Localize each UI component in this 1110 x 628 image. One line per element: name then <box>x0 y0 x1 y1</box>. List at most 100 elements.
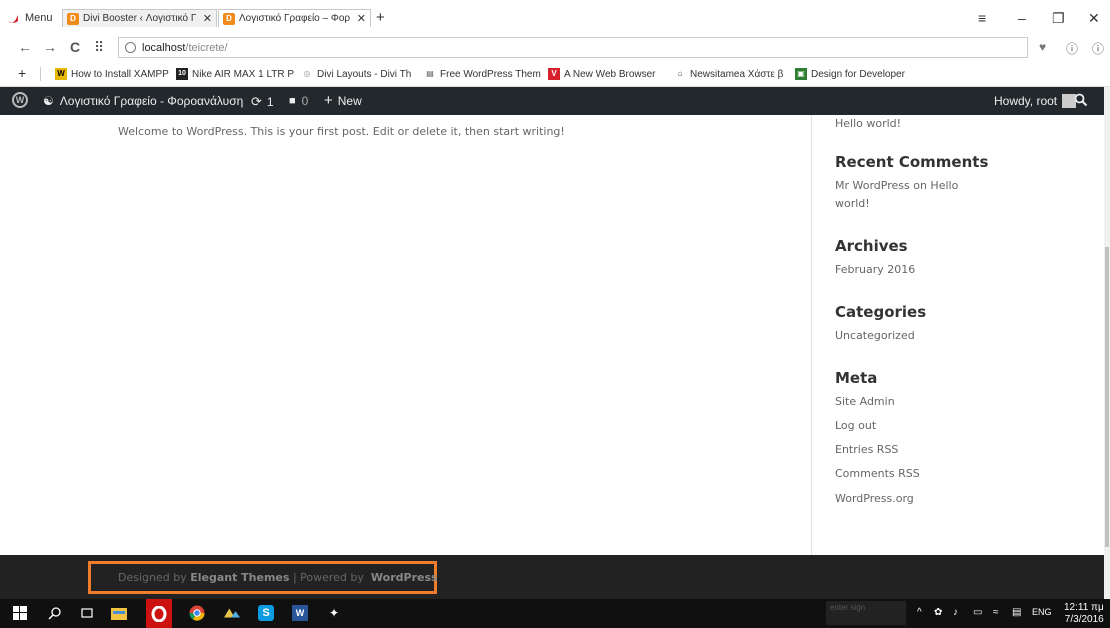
comment-bubble-icon: ■ <box>289 95 296 107</box>
bookmark-label: Design for Developer <box>811 68 905 80</box>
wp-logo-menu[interactable]: W <box>12 92 28 108</box>
admin-search-button[interactable] <box>1074 93 1088 107</box>
taskbar-input-placeholder: enter sign <box>830 603 866 612</box>
meta-site-admin-link[interactable]: Site Admin <box>835 393 895 411</box>
comments-menu[interactable]: ■ 0 <box>289 94 308 108</box>
page-bookmark-icon: ▤ <box>426 69 434 78</box>
page-content: Welcome to WordPress. This is your first… <box>0 115 1104 555</box>
back-arrow-icon[interactable]: ← <box>18 39 32 55</box>
restore-button[interactable]: ❐ <box>1052 10 1065 27</box>
meta-wordpress-org-link[interactable]: WordPress.org <box>835 490 914 508</box>
divi-favicon-icon: D <box>223 12 235 25</box>
updates-menu[interactable]: ⟳ 1 <box>251 94 274 110</box>
category-link[interactable]: Uncategorized <box>835 327 915 345</box>
taskbar-input[interactable]: enter sign <box>826 601 906 625</box>
add-bookmark-icon[interactable]: + <box>18 65 26 81</box>
word-icon[interactable]: W <box>292 605 308 621</box>
elegant-themes-link[interactable]: Elegant Themes <box>190 571 289 584</box>
opera-taskbar-icon[interactable] <box>146 599 172 628</box>
meta-comments-rss-link[interactable]: Comments RSS <box>835 465 920 483</box>
file-explorer-icon[interactable] <box>111 605 127 621</box>
bookmark-item[interactable]: V A New Web Browser <box>548 68 656 80</box>
new-label: New <box>337 94 362 108</box>
my-account-menu[interactable]: Howdy, root <box>994 94 1077 108</box>
bookmark-item[interactable]: W How to Install XAMPP <box>55 68 169 80</box>
clock-date: 7/3/2016 <box>1064 614 1104 625</box>
site-footer: Designed by Elegant Themes | Powered by … <box>0 555 1104 599</box>
wordpress-logo-icon: W <box>12 92 28 108</box>
tab-close-icon[interactable]: ✕ <box>203 12 212 25</box>
clock[interactable]: 12:11 πμ 7/3/2016 <box>1064 602 1104 626</box>
plus-icon: + <box>324 92 333 109</box>
recent-post-link[interactable]: Hello world! <box>835 115 901 133</box>
new-tab-button[interactable]: + <box>376 9 385 26</box>
meta-entries-rss-link[interactable]: Entries RSS <box>835 441 898 459</box>
meta-log-out-link[interactable]: Log out <box>835 417 876 435</box>
meta-title: Meta <box>835 369 878 387</box>
windows-logo-icon <box>13 606 27 620</box>
bookmark-item[interactable]: 10 Nike AIR MAX 1 LTR P <box>176 68 294 80</box>
bookmark-item[interactable]: ◎ Divi Layouts - Divi Th <box>301 68 412 80</box>
w-bookmark-icon: W <box>55 68 67 80</box>
archive-link[interactable]: February 2016 <box>835 261 915 279</box>
tab-divi-booster[interactable]: D Divi Booster ‹ Λογιστικό Γ ✕ <box>62 9 217 27</box>
tab-site-home[interactable]: D Λογιστικό Γραφείο – Φορ ✕ <box>218 9 371 27</box>
wordpress-link[interactable]: WordPress <box>371 571 438 584</box>
scrollbar-thumb[interactable] <box>1105 247 1109 547</box>
divi-favicon-icon: D <box>67 12 79 25</box>
account-icon[interactable]: ⓘ <box>1092 40 1104 57</box>
url-input[interactable]: localhost/teicrete/ <box>118 37 1028 58</box>
comments-count: 0 <box>301 94 309 108</box>
reload-icon[interactable]: C <box>70 39 80 55</box>
language-indicator[interactable]: ENG <box>1032 607 1052 617</box>
new-content-menu[interactable]: + New <box>324 92 362 109</box>
game-icon[interactable]: ✦ <box>326 605 342 621</box>
recent-comment-item[interactable]: Mr WordPress on Hello world! <box>835 177 958 213</box>
photos-icon[interactable] <box>224 605 240 621</box>
battery-icon[interactable]: ▭ <box>973 607 982 618</box>
tab-close-icon[interactable]: ✕ <box>357 12 366 25</box>
bookmark-item[interactable]: ▤ Free WordPress Them <box>424 68 541 80</box>
opera-menu-button[interactable]: Menu <box>6 9 53 27</box>
minimize-button[interactable]: – <box>1018 10 1026 26</box>
bookmark-divider <box>40 67 41 81</box>
chrome-icon[interactable] <box>189 605 205 621</box>
search-taskbar-icon[interactable] <box>47 605 63 621</box>
start-button[interactable] <box>12 605 28 621</box>
tab-menu-icon[interactable]: ≡ <box>978 10 986 26</box>
howdy-text: Howdy, root <box>994 94 1058 108</box>
url-host: localhost <box>142 41 186 54</box>
url-path: /teicrete/ <box>185 41 228 54</box>
app-tray-icon[interactable]: ✿ <box>934 607 942 618</box>
site-name-menu[interactable]: ☯ Λογιστικό Γραφείο - Φοροανάλυση <box>43 94 243 108</box>
forward-arrow-icon[interactable]: → <box>43 39 57 55</box>
address-bar-row: ← → C ⠿ localhost/teicrete/ ♥ ⓘ ⓘ <box>0 34 1110 61</box>
bookmarks-bar: + W How to Install XAMPP 10 Nike AIR MAX… <box>0 61 1110 87</box>
download-icon[interactable]: ⓘ <box>1066 40 1078 57</box>
site-info-icon[interactable] <box>125 42 136 53</box>
house-bookmark-icon: ⌂ <box>677 69 683 78</box>
site-name: Λογιστικό Γραφείο - Φοροανάλυση <box>59 94 244 108</box>
wifi-icon[interactable]: ≈ <box>993 607 999 618</box>
archives-title: Archives <box>835 237 908 255</box>
windows-taskbar: S W ✦ enter sign ^ ✿ ♪ ▭ ≈ ▤ ENG 12:11 π… <box>0 599 1110 628</box>
bookmark-label: Divi Layouts - Divi Th <box>317 68 412 80</box>
close-window-button[interactable]: ✕ <box>1088 10 1100 27</box>
tab-label: Λογιστικό Γραφείο – Φορ <box>239 13 351 24</box>
search-icon <box>1074 93 1088 107</box>
volume-icon[interactable]: ♪ <box>953 607 958 618</box>
bookmark-item[interactable]: ⌂ Newsitamea Χάστε β <box>674 68 784 80</box>
dashboard-icon: ☯ <box>43 94 54 108</box>
categories-title: Categories <box>835 303 927 321</box>
divi-bookmark-icon: ◎ <box>303 69 311 78</box>
page-scrollbar[interactable] <box>1104 87 1110 599</box>
bookmark-label: Nike AIR MAX 1 LTR P <box>192 68 295 80</box>
design-bookmark-icon: ▣ <box>795 68 807 80</box>
notification-icon[interactable]: ▤ <box>1012 607 1021 618</box>
heart-icon[interactable]: ♥ <box>1039 40 1046 54</box>
skype-icon[interactable]: S <box>258 605 274 621</box>
bookmark-item[interactable]: ▣ Design for Developer <box>795 68 905 80</box>
task-view-icon[interactable] <box>79 605 95 621</box>
show-hidden-icons[interactable]: ^ <box>917 607 922 618</box>
speed-dial-icon[interactable]: ⠿ <box>94 39 104 56</box>
